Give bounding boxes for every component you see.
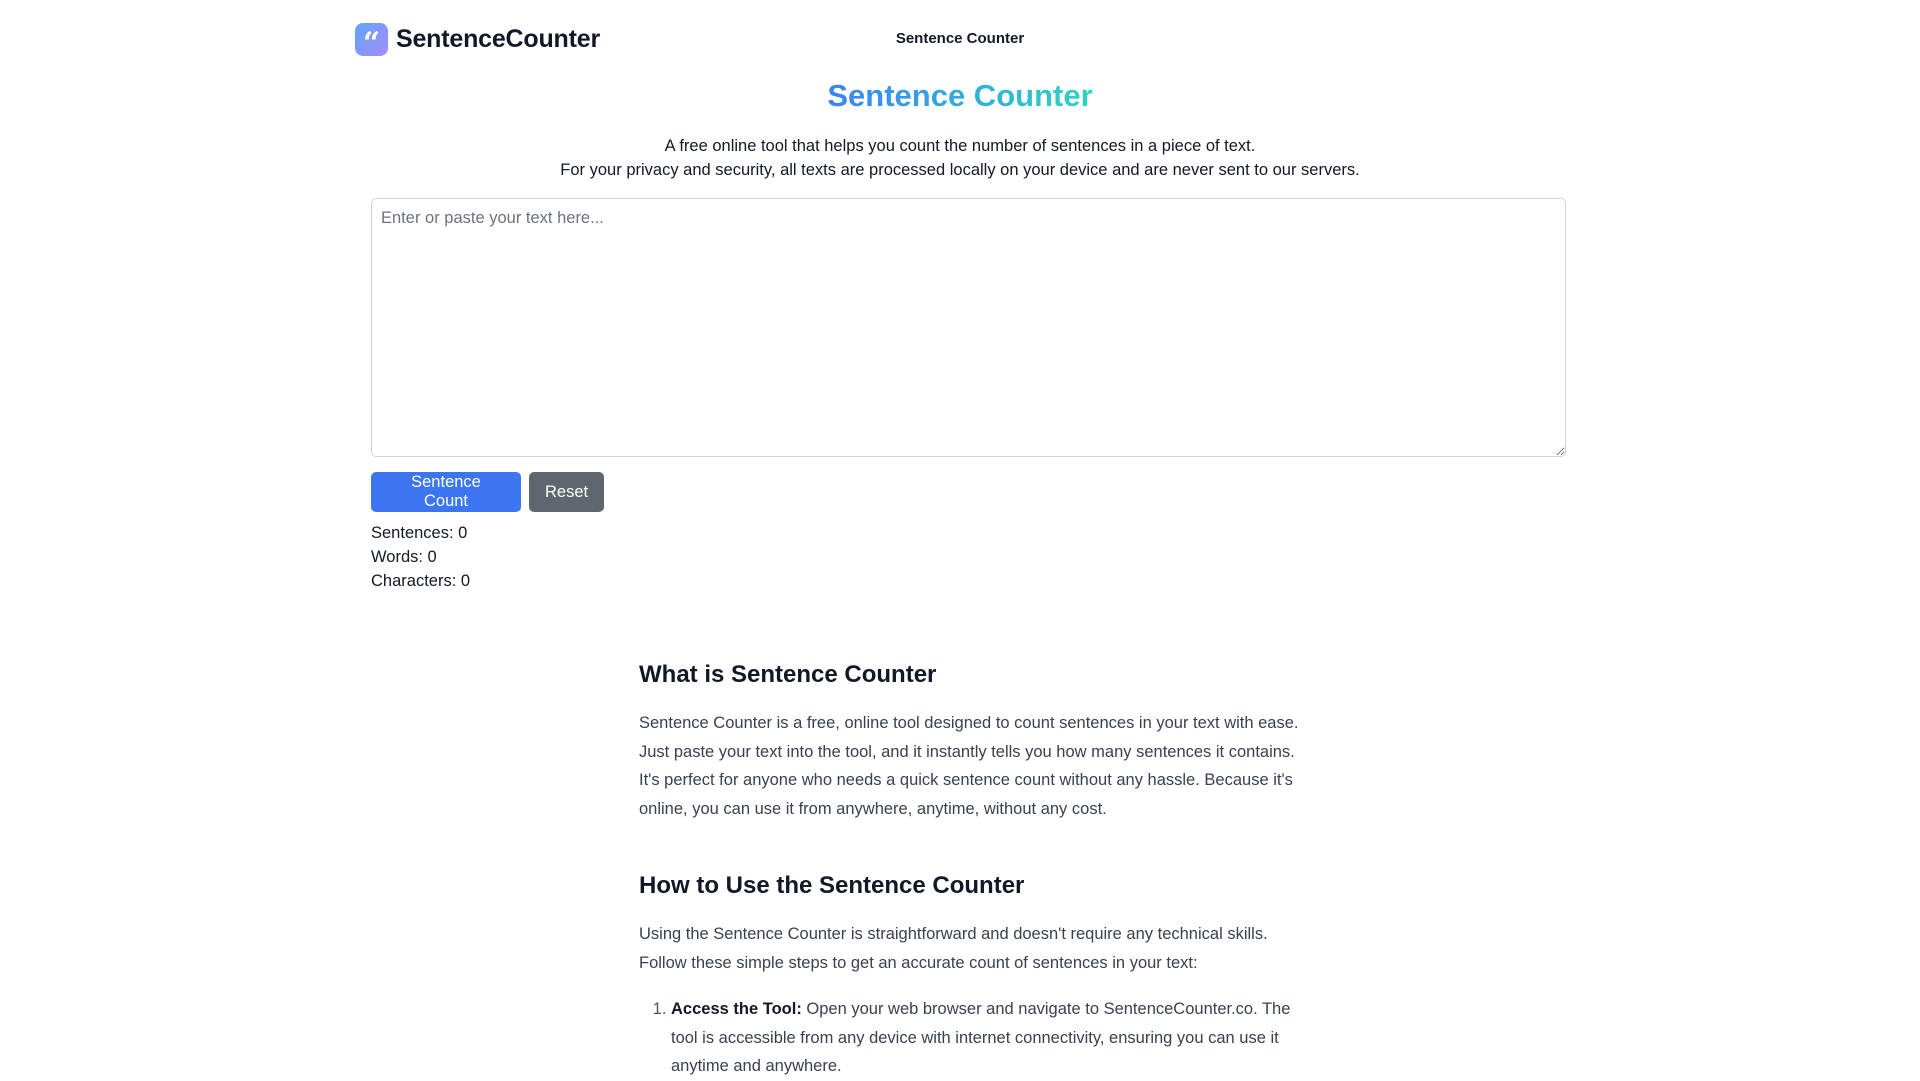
site-header: “ SentenceCounter Sentence Counter <box>0 0 1920 80</box>
results-panel: Sentences: 0 Words: 0 Characters: 0 <box>371 521 470 593</box>
words-count: Words: 0 <box>371 548 437 566</box>
article-content: What is Sentence Counter Sentence Counte… <box>639 655 1309 1081</box>
list-item: Access the Tool: Open your web browser a… <box>671 995 1309 1081</box>
page-title: Sentence Counter <box>0 78 1920 114</box>
subtitle-line-2: For your privacy and security, all texts… <box>560 161 1360 179</box>
page-title-text: Sentence Counter <box>827 78 1093 113</box>
subtitle-line-1: A free online tool that helps you count … <box>664 137 1256 155</box>
section-heading-what-is: What is Sentence Counter <box>639 661 937 688</box>
section-body-how-to-use: Using the Sentence Counter is straightfo… <box>639 925 1268 972</box>
sentence-count-button[interactable]: Sentence Count <box>371 472 521 512</box>
text-input-area[interactable] <box>371 198 1566 457</box>
nav-bar: Sentence Counter <box>0 30 1920 47</box>
characters-count: Characters: 0 <box>371 572 471 590</box>
section-heading-how-to-use: How to Use the Sentence Counter <box>639 872 1025 899</box>
section-body-what-is: Sentence Counter is a free, online tool … <box>639 714 1299 818</box>
sentences-count: Sentences: 0 <box>371 524 468 542</box>
step-title: Access the Tool: <box>671 1000 802 1018</box>
reset-button[interactable]: Reset <box>529 472 604 512</box>
page-subtitle: A free online tool that helps you count … <box>0 134 1920 182</box>
steps-list: Access the Tool: Open your web browser a… <box>639 995 1309 1081</box>
nav-link-sentence-counter[interactable]: Sentence Counter <box>896 30 1024 47</box>
